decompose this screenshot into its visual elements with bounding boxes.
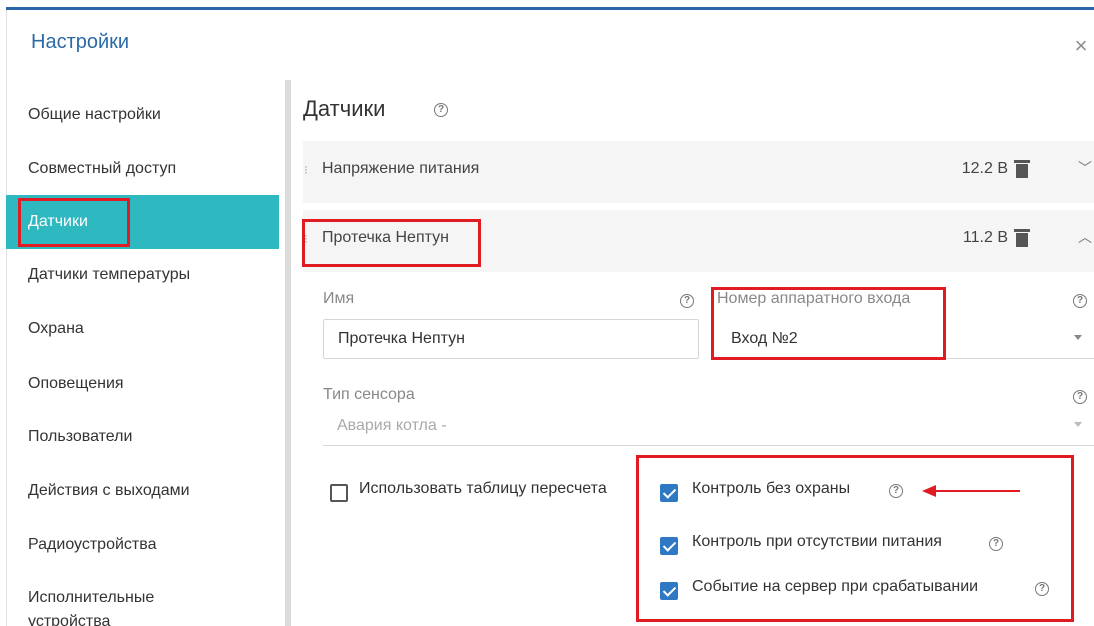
sensor-name: Протечка Нептун xyxy=(322,229,449,246)
sidebar-item-security[interactable]: Охрана xyxy=(6,302,279,356)
hardware-input-label: Номер аппаратного входа xyxy=(717,290,911,307)
chevron-down-icon xyxy=(1074,422,1082,427)
annotation-arrow xyxy=(936,490,1020,492)
trash-icon[interactable] xyxy=(1014,160,1030,178)
help-icon[interactable]: ? xyxy=(1073,390,1087,404)
drag-handle-icon[interactable]: ⁝ xyxy=(304,163,308,177)
sensor-value: 12.2 В xyxy=(961,160,1008,177)
help-icon[interactable]: ? xyxy=(1035,582,1049,596)
hardware-input-select[interactable]: Вход №2 xyxy=(717,319,1094,359)
server-event-label: Событие на сервер при срабатывании xyxy=(692,578,979,595)
chevron-up-icon[interactable]: ︿ xyxy=(1078,227,1092,247)
top-strip xyxy=(0,0,1094,10)
help-icon[interactable]: ? xyxy=(434,103,448,117)
sidebar-item-notifications[interactable]: Оповещения xyxy=(6,357,279,411)
sidebar-item-radio-devices[interactable]: Радиоустройства xyxy=(6,518,279,572)
help-icon[interactable]: ? xyxy=(989,537,1003,551)
chevron-down-icon[interactable]: ﹀ xyxy=(1078,158,1092,178)
sidebar-item-sensors[interactable]: Датчики xyxy=(6,195,279,249)
use-table-checkbox[interactable] xyxy=(330,484,348,502)
sidebar-item-actuators[interactable]: Исполнительные устройства xyxy=(6,572,206,626)
sidebar-item-shared-access[interactable]: Совместный доступ xyxy=(6,142,279,196)
sidebar-item-users[interactable]: Пользователи xyxy=(6,410,279,464)
sidebar-item-temperature-sensors[interactable]: Датчики температуры xyxy=(6,248,279,302)
control-without-security-label: Контроль без охраны xyxy=(692,480,851,497)
trash-icon[interactable] xyxy=(1014,229,1030,247)
sensor-row-voltage[interactable]: ⁝ Напряжение питания 12.2 В ﹀ xyxy=(303,141,1094,203)
name-input[interactable]: Протечка Нептун xyxy=(323,319,699,359)
help-icon[interactable]: ? xyxy=(1073,294,1087,308)
main-content: Датчики ? ⁝ Напряжение питания 12.2 В ﹀ … xyxy=(291,80,1094,626)
close-icon[interactable]: × xyxy=(1071,35,1091,57)
sensor-settings-panel: Имя ? Протечка Нептун Номер аппаратного … xyxy=(303,272,1094,626)
dialog-title: Настройки xyxy=(31,31,130,53)
sensor-type-label: Тип сенсора xyxy=(323,386,415,403)
sensor-value: 11.2 В xyxy=(962,229,1008,246)
help-icon[interactable]: ? xyxy=(889,484,903,498)
drag-handle-icon[interactable]: ⁝ xyxy=(304,232,308,246)
chevron-down-icon xyxy=(1074,335,1082,340)
control-no-power-checkbox[interactable] xyxy=(660,537,678,555)
page-title: Датчики xyxy=(303,96,386,121)
server-event-checkbox[interactable] xyxy=(660,582,678,600)
sidebar-item-output-actions[interactable]: Действия с выходами xyxy=(6,464,279,518)
sensor-row-leak[interactable]: ⁝ Протечка Нептун 11.2 В ︿ xyxy=(303,210,1094,272)
sidebar: Общие настройки Совместный доступ Датчик… xyxy=(6,80,279,626)
name-label: Имя xyxy=(323,290,355,307)
control-without-security-checkbox[interactable] xyxy=(660,484,678,502)
annotation-arrow-head xyxy=(922,485,936,497)
sidebar-item-general[interactable]: Общие настройки xyxy=(6,88,279,142)
hardware-input-value: Вход №2 xyxy=(731,329,798,347)
control-no-power-label: Контроль при отсутствии питания xyxy=(692,533,942,550)
sensor-type-select[interactable]: Авария котла - xyxy=(323,406,1094,446)
sensor-type-value: Авария котла - xyxy=(337,416,447,434)
sensor-name: Напряжение питания xyxy=(322,160,480,177)
help-icon[interactable]: ? xyxy=(680,294,694,308)
use-table-label: Использовать таблицу пересчета xyxy=(359,480,607,497)
